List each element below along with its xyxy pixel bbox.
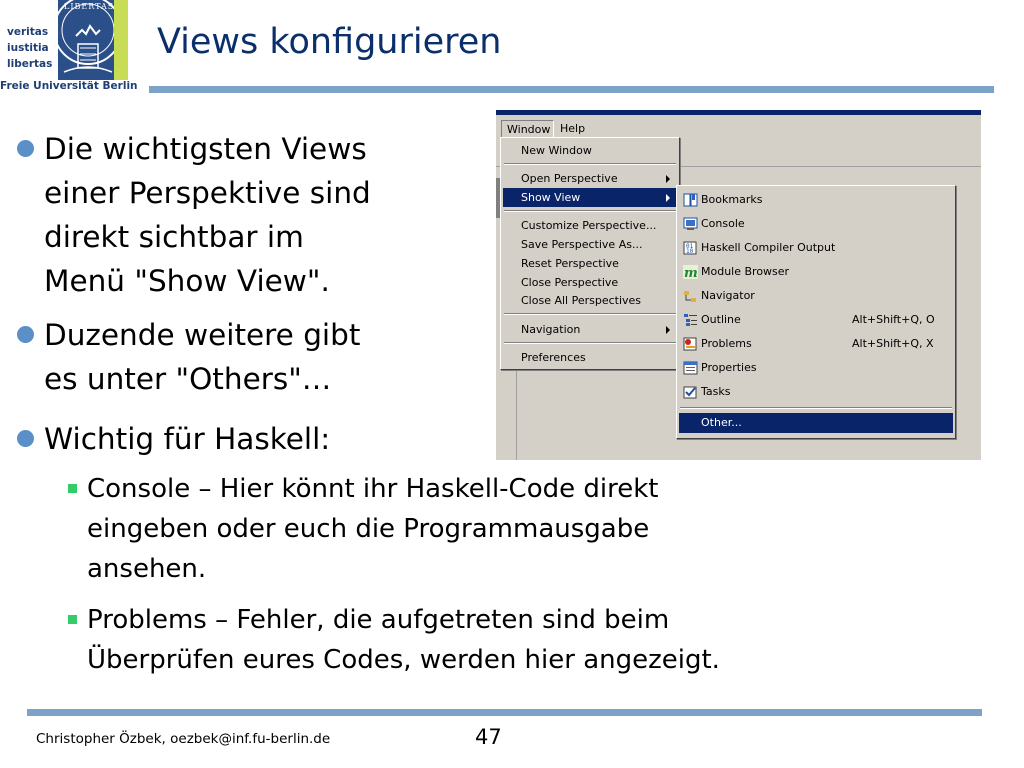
view-item-label: Haskell Compiler Output bbox=[701, 241, 836, 254]
view-item-label: Module Browser bbox=[701, 265, 790, 278]
view-item-navigator[interactable]: Navigator bbox=[679, 284, 953, 308]
tasks-icon bbox=[683, 386, 697, 399]
subbullet-square-icon bbox=[68, 615, 77, 624]
subbullet-line: Problems – Fehler, die aufgetreten sind … bbox=[87, 605, 670, 635]
footer-divider bbox=[27, 709, 982, 716]
university-name: Freie Universität Berlin bbox=[0, 80, 138, 92]
navigator-icon bbox=[684, 291, 696, 302]
logo-motto-line: iustitia bbox=[7, 42, 49, 54]
show-view-submenu: Bookmarks Console 01 10 Haskell Compiler … bbox=[676, 185, 956, 439]
title-divider bbox=[149, 86, 994, 93]
logo-accent-bar bbox=[114, 0, 128, 80]
menu-item-save-perspective[interactable]: Save Perspective As... bbox=[503, 235, 677, 254]
footer-author: Christopher Özbek, oezbek@inf.fu-berlin.… bbox=[36, 731, 331, 747]
menu-item-close-all-perspectives[interactable]: Close All Perspectives bbox=[503, 291, 677, 310]
menu-item-close-perspective[interactable]: Close Perspective bbox=[503, 273, 677, 292]
eclipse-menu-screenshot: Window Help New Window Open Perspective … bbox=[496, 110, 981, 460]
menu-item-preferences[interactable]: Preferences bbox=[503, 348, 677, 367]
bullet-item: Wichtig für Haskell: bbox=[17, 417, 331, 461]
view-item-label: Properties bbox=[701, 361, 757, 374]
console-icon bbox=[683, 217, 698, 230]
menu-item-show-view[interactable]: Show View bbox=[503, 188, 677, 207]
menu-separator bbox=[504, 313, 676, 315]
subbullet-item: Problems – Fehler, die aufgetreten sind … bbox=[68, 600, 720, 680]
menu-item-label: Navigation bbox=[521, 323, 581, 336]
subbullet-line: Console – Hier könnt ihr Haskell-Code di… bbox=[87, 474, 659, 504]
view-item-label: Bookmarks bbox=[701, 193, 763, 206]
outline-icon bbox=[684, 314, 697, 326]
logo-motto-line: libertas bbox=[7, 58, 53, 70]
module-browser-icon: m bbox=[683, 265, 698, 279]
slide-title: Views konfigurieren bbox=[157, 22, 502, 62]
menu-item-label: Show View bbox=[521, 191, 581, 204]
page-number: 47 bbox=[475, 725, 502, 749]
view-item-tasks[interactable]: Tasks bbox=[679, 380, 953, 404]
view-item-outline[interactable]: Outline Alt+Shift+Q, O bbox=[679, 308, 953, 332]
menu-separator bbox=[680, 407, 952, 409]
logo-motto: veritas iustitia libertas bbox=[0, 0, 56, 80]
submenu-arrow-icon bbox=[666, 326, 670, 334]
bullet-dot-icon bbox=[17, 140, 34, 157]
view-item-shortcut: Alt+Shift+Q, O bbox=[852, 313, 935, 326]
menu-item-reset-perspective[interactable]: Reset Perspective bbox=[503, 254, 677, 273]
bullet-line: es unter "Others"… bbox=[44, 362, 332, 396]
submenu-arrow-icon bbox=[666, 194, 670, 202]
menu-separator bbox=[504, 210, 676, 212]
bullet-line: direkt sichtbar im bbox=[44, 220, 304, 254]
view-item-module-browser[interactable]: m Module Browser bbox=[679, 260, 953, 284]
view-item-console[interactable]: Console bbox=[679, 212, 953, 236]
window-menu: New Window Open Perspective Show View Cu… bbox=[500, 137, 680, 370]
view-item-problems[interactable]: Problems Alt+Shift+Q, X bbox=[679, 332, 953, 356]
svg-text:m: m bbox=[684, 266, 698, 279]
svg-text:10: 10 bbox=[686, 248, 694, 255]
bullet-line: einer Perspektive sind bbox=[44, 176, 371, 210]
bullet-dot-icon bbox=[17, 430, 34, 447]
view-item-label: Problems bbox=[701, 337, 752, 350]
bullet-dot-icon bbox=[17, 326, 34, 343]
bullet-item: Die wichtigsten Views einer Perspektive … bbox=[17, 127, 371, 303]
menu-item-open-perspective[interactable]: Open Perspective bbox=[503, 169, 677, 188]
menu-separator bbox=[504, 163, 676, 165]
menu-separator bbox=[504, 342, 676, 344]
bullet-line: Menü "Show View". bbox=[44, 264, 330, 298]
bullet-item: Duzende weitere gibt es unter "Others"… bbox=[17, 313, 361, 401]
menu-item-customize-perspective[interactable]: Customize Perspective... bbox=[503, 216, 677, 235]
properties-icon bbox=[683, 361, 698, 375]
seal-icon: LIBERTAS bbox=[58, 0, 114, 80]
view-item-other[interactable]: Other... bbox=[679, 413, 953, 433]
university-logo: veritas iustitia libertas LIBERTAS Freie… bbox=[0, 0, 138, 96]
menu-item-label: Open Perspective bbox=[521, 172, 618, 185]
view-item-bookmarks[interactable]: Bookmarks bbox=[679, 188, 953, 212]
view-item-label: Console bbox=[701, 217, 745, 230]
subbullet-line: eingeben oder euch die Programmausgabe bbox=[87, 514, 650, 544]
view-item-shortcut: Alt+Shift+Q, X bbox=[852, 337, 934, 350]
view-item-haskell-compiler-output[interactable]: 01 10 Haskell Compiler Output bbox=[679, 236, 953, 260]
submenu-arrow-icon bbox=[666, 175, 670, 183]
menu-help[interactable]: Help bbox=[560, 120, 585, 138]
subbullet-line: Überprüfen eures Codes, werden hier ange… bbox=[87, 645, 720, 675]
menu-item-new-window[interactable]: New Window bbox=[503, 141, 677, 160]
view-item-label: Navigator bbox=[701, 289, 755, 302]
subbullet-item: Console – Hier könnt ihr Haskell-Code di… bbox=[68, 469, 659, 589]
compiler-output-icon: 0110 bbox=[683, 241, 697, 255]
subbullet-square-icon bbox=[68, 484, 77, 493]
bullet-line: Duzende weitere gibt bbox=[44, 318, 361, 352]
menu-item-navigation[interactable]: Navigation bbox=[503, 320, 677, 339]
problems-icon bbox=[683, 337, 697, 351]
logo-motto-line: veritas bbox=[7, 26, 49, 38]
bookmarks-icon bbox=[683, 193, 698, 207]
seal-text: LIBERTAS bbox=[64, 2, 114, 11]
view-item-properties[interactable]: Properties bbox=[679, 356, 953, 380]
view-item-label: Outline bbox=[701, 313, 741, 326]
subbullet-line: ansehen. bbox=[87, 554, 207, 584]
bullet-line: Wichtig für Haskell: bbox=[44, 422, 331, 456]
view-item-label: Tasks bbox=[701, 385, 731, 398]
bullet-line: Die wichtigsten Views bbox=[44, 132, 367, 166]
